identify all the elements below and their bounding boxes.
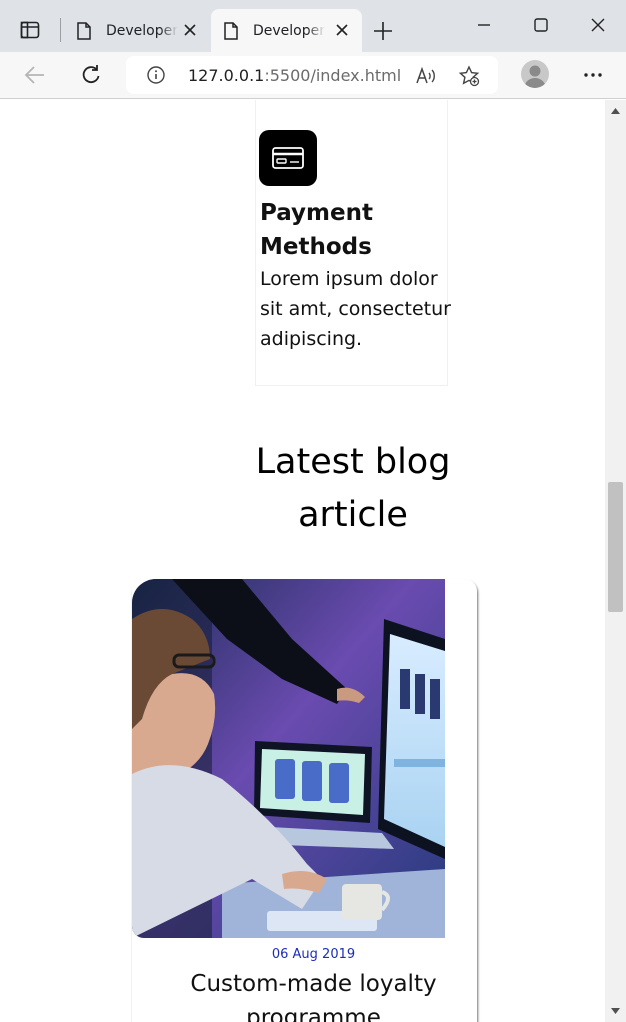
back-arrow-icon[interactable] bbox=[22, 62, 48, 88]
info-icon[interactable] bbox=[146, 65, 166, 85]
close-icon[interactable] bbox=[334, 22, 350, 38]
blog-title[interactable]: Custom-made loyalty programme bbox=[132, 967, 477, 1022]
star-add-icon[interactable] bbox=[458, 65, 480, 87]
feature-card: Payment Methods Lorem ipsum dolor sit am… bbox=[255, 100, 451, 386]
scrollbar-thumb[interactable] bbox=[608, 482, 623, 612]
vertical-scrollbar[interactable] bbox=[605, 100, 626, 1022]
blog-card[interactable]: 06 Aug 2019 Custom-made loyalty programm… bbox=[132, 579, 477, 1022]
maximize-icon[interactable] bbox=[530, 14, 552, 36]
tab-active[interactable]: Developer bbox=[211, 9, 362, 52]
scroll-up-icon[interactable] bbox=[610, 106, 621, 116]
tab-separator bbox=[60, 18, 61, 42]
more-icon[interactable] bbox=[582, 64, 604, 86]
plus-icon[interactable] bbox=[372, 20, 394, 42]
address-bar[interactable]: 127.0.0.1:5500/index.html bbox=[126, 56, 498, 94]
feature-description: Lorem ipsum dolor sit amt, consectetur a… bbox=[260, 268, 451, 350]
page-icon bbox=[77, 21, 91, 40]
developer-at-monitors-photo bbox=[132, 579, 445, 938]
url-path: :5500/index.html bbox=[264, 66, 402, 85]
tab-actions-icon[interactable] bbox=[12, 16, 48, 44]
close-window-icon[interactable] bbox=[587, 14, 609, 36]
close-icon[interactable] bbox=[182, 22, 198, 38]
profile-icon[interactable] bbox=[521, 60, 549, 88]
feature-title: Payment Methods bbox=[260, 200, 373, 260]
tab-inactive[interactable]: Developer bbox=[64, 9, 210, 52]
tab-title: Developer bbox=[253, 22, 325, 39]
read-aloud-icon[interactable] bbox=[414, 65, 436, 87]
page-viewport: Payment Methods Lorem ipsum dolor sit am… bbox=[0, 100, 605, 1022]
browser-toolbar: 127.0.0.1:5500/index.html bbox=[0, 52, 626, 99]
url-host: 127.0.0.1 bbox=[188, 66, 265, 85]
tab-strip: Developer Developer bbox=[0, 0, 626, 52]
url-text[interactable]: 127.0.0.1:5500/index.html bbox=[188, 66, 401, 85]
scroll-down-icon[interactable] bbox=[610, 1006, 621, 1016]
minimize-icon[interactable] bbox=[473, 14, 495, 36]
page-icon bbox=[224, 21, 238, 40]
refresh-icon[interactable] bbox=[78, 62, 104, 88]
credit-card-icon bbox=[259, 130, 317, 186]
section-title: Latest blog article bbox=[255, 442, 451, 535]
tab-title: Developer bbox=[106, 22, 178, 39]
blog-date: 06 Aug 2019 bbox=[271, 947, 356, 962]
